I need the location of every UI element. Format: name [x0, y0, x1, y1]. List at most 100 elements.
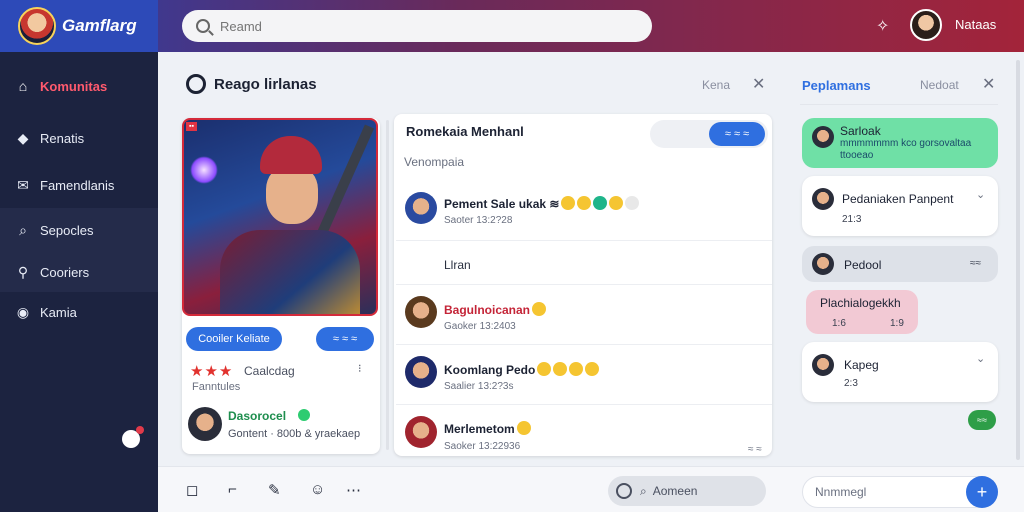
- bubble-title: Pedaniaken Panpent: [842, 192, 954, 206]
- bubble-title: Kapeg: [844, 358, 879, 372]
- verified-icon: [298, 409, 310, 421]
- right-scrollbar[interactable]: [1016, 60, 1020, 460]
- art-hat: [260, 136, 322, 174]
- message-time: Gaoker 13:2403: [444, 321, 516, 332]
- image-icon[interactable]: ◻: [186, 481, 198, 499]
- bubble-sub: 2:3: [844, 378, 858, 389]
- right-panel-title: Peplamans: [802, 78, 871, 93]
- close-icon[interactable]: ✕: [982, 74, 995, 94]
- art-badge: ▪▪: [186, 122, 197, 131]
- brand[interactable]: Gamflarg: [0, 0, 158, 52]
- chat-plain-message: Llran: [444, 258, 471, 272]
- card-user-name[interactable]: Dasorocel: [228, 409, 286, 423]
- rating-label: Caalcdag: [244, 364, 295, 378]
- chat-subheading: Venompaia: [404, 155, 465, 169]
- card-scrollbar[interactable]: [386, 120, 389, 450]
- message-time: Saalier 13:2?3s: [444, 381, 514, 392]
- bubble-avatar: [812, 126, 834, 148]
- notification-icon[interactable]: [122, 426, 144, 448]
- community-icon: [186, 74, 206, 94]
- art-body: [220, 230, 360, 314]
- message-author: Bagulnoicanan: [444, 302, 547, 317]
- chat-more-icon[interactable]: ≈ ≈: [748, 444, 762, 455]
- right-panel-divider: [800, 104, 998, 105]
- bubble-title: Plachialogekkh: [820, 296, 901, 310]
- comment-label: Aomeen: [652, 484, 698, 498]
- user-name[interactable]: Nataas: [955, 17, 996, 32]
- card-user-avatar[interactable]: [188, 407, 222, 441]
- message-time: Saoker 13:22936: [444, 441, 521, 452]
- sidebar-item-komunitas[interactable]: ⌂ Komunitas: [0, 66, 158, 106]
- unread-badge[interactable]: ≈≈: [968, 410, 996, 430]
- user-avatar[interactable]: [910, 9, 942, 41]
- message-divider: [396, 284, 772, 285]
- sidebar-item-label: Komunitas: [40, 78, 108, 94]
- brand-name: Gamflarg: [62, 16, 137, 35]
- art-face: [266, 166, 318, 224]
- art-orb: [190, 156, 218, 184]
- mail-icon: ✉: [17, 176, 29, 193]
- more-icon[interactable]: ⁝: [358, 362, 362, 375]
- secondary-card-button[interactable]: ≈ ≈ ≈: [316, 327, 374, 351]
- bubble-title: Sarloak: [840, 124, 881, 138]
- chat-bubble-icon[interactable]: ⌐: [228, 481, 237, 498]
- header-link[interactable]: Kena: [702, 78, 730, 92]
- pen-icon[interactable]: ✎: [268, 481, 281, 499]
- message-author: Koomlang Pedo: [444, 362, 600, 377]
- message-divider: [396, 344, 772, 345]
- message-divider: [396, 240, 772, 241]
- more-icon[interactable]: ⋯: [346, 481, 361, 499]
- brand-logo: [18, 7, 56, 45]
- home-icon: ⌂: [18, 78, 28, 94]
- add-button[interactable]: +: [966, 476, 998, 508]
- sidebar-item-label: Kamia: [40, 304, 77, 320]
- bubble-sub: 21:3: [842, 214, 862, 225]
- rating-sub: Fanntules: [192, 381, 241, 393]
- bubble-avatar: [812, 354, 834, 376]
- message-divider: [396, 404, 772, 405]
- message-avatar[interactable]: [405, 356, 437, 388]
- comment-button[interactable]: ⌕ Aomeen: [608, 476, 766, 506]
- rating-stars: ★★★: [190, 363, 234, 380]
- close-icon[interactable]: ✕: [752, 74, 765, 94]
- chart-icon: ⚲: [17, 263, 29, 280]
- search-bar[interactable]: [182, 10, 652, 42]
- bubble-sub: 1:9: [890, 318, 904, 329]
- chevron-down-icon[interactable]: ⌄: [976, 352, 985, 365]
- sidebar-item-cooriers[interactable]: ⚲ Cooriers: [0, 252, 158, 292]
- message-avatar[interactable]: [405, 296, 437, 328]
- emoji-icon[interactable]: ☺: [310, 481, 325, 498]
- bubble-avatar: [812, 188, 834, 210]
- search-icon: [196, 19, 210, 33]
- sidebar-item-label: Renatis: [40, 130, 85, 146]
- bubble-sub: 1:6: [832, 318, 846, 329]
- globe-icon: ◉: [16, 303, 30, 320]
- card-user-sub: Gontent · 800b & yraekaep: [228, 428, 361, 440]
- sidebar-item-renatis[interactable]: ◆ Renatis: [0, 118, 158, 158]
- search-input[interactable]: [220, 18, 620, 34]
- settings-icon[interactable]: ✧: [876, 16, 889, 36]
- message-author: Merlemetom: [444, 421, 531, 436]
- game-artwork[interactable]: ▪▪: [182, 118, 378, 316]
- primary-card-button[interactable]: Cooiler Keliate: [186, 327, 282, 351]
- sidebar-item-kamia[interactable]: ◉ Kamia: [0, 292, 158, 332]
- sidebar-item-label: Famendlanis: [40, 177, 115, 193]
- clock-icon: [616, 483, 632, 499]
- sidebar-item-famendlanis[interactable]: ✉ Famendlanis: [0, 165, 158, 205]
- sidebar-item-sepocles[interactable]: ⌕ Sepocles: [0, 208, 158, 252]
- message-time: Saoter 13:2?28: [444, 215, 513, 226]
- chat-tab-button[interactable]: ≈ ≈ ≈: [709, 122, 765, 146]
- chevron-down-icon[interactable]: ⌄: [976, 188, 985, 201]
- bubble-title: Pedool: [844, 258, 882, 272]
- bubble-avatar: [812, 253, 834, 275]
- search-icon: ⌕: [640, 483, 647, 498]
- right-panel-link[interactable]: Nedoat: [920, 78, 959, 92]
- message-avatar[interactable]: [405, 416, 437, 448]
- search-icon: ⌕: [19, 221, 27, 238]
- message-author: Pement Sale ukak ≋: [444, 196, 640, 211]
- bubble-sub: ≈≈: [970, 258, 981, 269]
- tag-icon: ◆: [17, 129, 29, 146]
- bubble-sub: mmmmmmm kco gorsovaltaa ttooeao: [840, 138, 972, 161]
- message-avatar[interactable]: [405, 192, 437, 224]
- page-title: Reago lirlanas: [214, 76, 317, 93]
